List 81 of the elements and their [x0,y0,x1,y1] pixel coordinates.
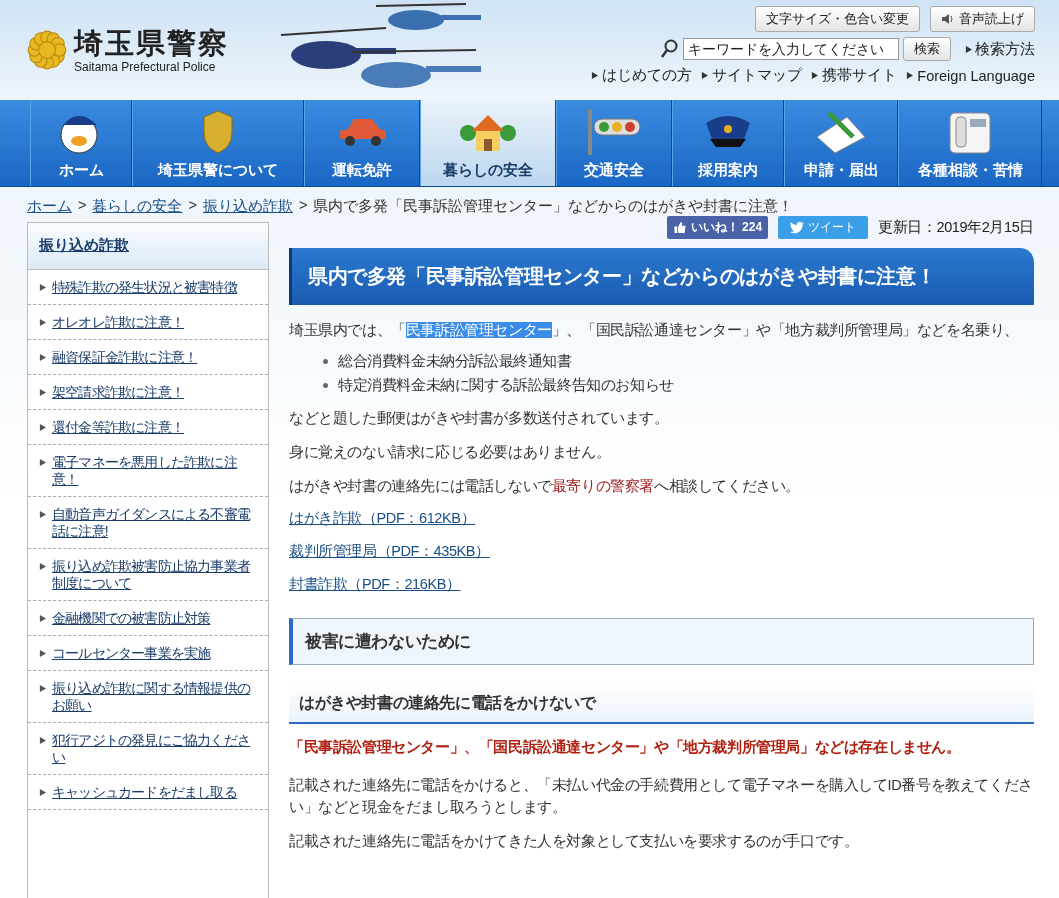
warning-text: 「民事訴訟管理センター」、「国民訴訟通達センター」や「地方裁判所管理局」などは存在しません。 [289,738,962,757]
tool-button[interactable]: 文字サイズ・色合い変更 [755,6,920,32]
section-heading: 被害に遭わないために [289,618,1034,665]
nav-tab[interactable]: 埼玉県警について [132,100,304,186]
header-link[interactable]: Foreign Language [917,67,1035,84]
triangle-icon [965,45,972,53]
paragraph: 身に覚えのない請求に応じる必要はありません。 [289,443,612,462]
paragraph: などと題した郵便はがきや封書が多数送付されています。 [289,409,670,428]
sidebar-item[interactable]: 自動音声ガイダンスによる不審電話に注意! [28,497,268,549]
triangle-icon [39,789,46,796]
nav-tab[interactable]: 申請・届出 [784,100,898,186]
sidebar-item[interactable]: 振り込め詐欺に関する情報提供のお願い [28,671,268,723]
speaker-icon [941,13,955,25]
breadcrumb-separator: > [78,197,87,215]
nav-tab[interactable]: ホーム [30,100,132,186]
tool-button[interactable]: 音声読上げ [930,6,1035,32]
triangle-icon [39,319,46,326]
sidebar-item[interactable]: 特殊詐欺の発生状況と被害特徴 [28,270,268,305]
page-title: 県内で多発「民事訴訟管理センター」などからのはがきや封書に注意！ [289,248,1034,305]
search-icon [661,39,679,59]
pdf-link[interactable]: はがき詐欺（PDF：612KB） [289,509,476,528]
breadcrumb-link[interactable]: 振り込め詐欺 [202,197,293,216]
sidebar-heading[interactable]: 振り込め詐欺 [28,223,268,270]
header-link[interactable]: 携帯サイト [822,66,898,85]
triangle-icon [39,389,46,396]
triangle-icon [591,72,599,79]
sidebar-item[interactable]: 犯行アジトの発見にご協力ください [28,723,268,775]
search-help-link[interactable]: 検索方法 [975,39,1035,59]
sidebar-item[interactable]: 電子マネーを悪用した詐欺に注意！ [28,445,268,497]
sidebar-item[interactable]: 還付金等詐欺に注意！ [28,410,268,445]
sidebar-item[interactable]: 融資保証金詐欺に注意！ [28,340,268,375]
sidebar-item[interactable]: オレオレ詐欺に注意！ [28,305,268,340]
paragraph: 記載された連絡先に電話をかけてきた人を対象として支払いを要求するのが手口です。 [289,832,860,851]
nav-tab[interactable]: 暮らしの安全 [420,100,556,186]
emblem-icon [26,29,68,71]
breadcrumb-separator: > [188,197,197,215]
pdf-link[interactable]: 封書詐欺（PDF：216KB） [289,575,461,594]
triangle-icon [39,424,46,431]
triangle-icon [39,563,46,570]
pdf-link[interactable]: 裁判所管理局（PDF：435KB） [289,542,490,561]
intro-paragraph: 埼玉県内では、「民事訴訟管理センター」、「国民訴訟通達センター」や「地方裁判所管理局」などを名乗り、 [289,321,1021,340]
sidebar-item[interactable]: 振り込め詐欺被害防止協力事業者制度について [28,549,268,601]
nav-tab[interactable]: 各種相談・苦情 [898,100,1042,186]
paragraph: はがきや封書の連絡先には電話しないで最寄りの警察署へ相談してください。 [289,477,802,496]
nav-tab[interactable]: 運転免許 [304,100,420,186]
bullet-item: 特定消費料金未納に関する訴訟最終告知のお知らせ [338,376,674,395]
nav-tab[interactable]: 交通安全 [556,100,672,186]
sidebar-item[interactable]: 架空請求詐欺に注意！ [28,375,268,410]
breadcrumb-current: 県内で多発「民事訴訟管理センター」などからのはがきや封書に注意！ [313,197,794,216]
triangle-icon [39,685,46,692]
triangle-icon [39,459,46,466]
breadcrumb-link[interactable]: ホーム [27,197,72,216]
bullet-item: 総合消費料金未納分訴訟最終通知書 [338,352,572,371]
triangle-icon [39,354,46,361]
bullet-dot-icon [323,382,328,388]
search-field[interactable]: キーワードを入力してください [683,38,899,60]
site-subtitle: Saitama Prefectural Police [74,60,217,74]
triangle-icon [39,650,46,657]
sidebar-item[interactable]: コールセンター事業を実施 [28,636,268,671]
breadcrumb-link[interactable]: 暮らしの安全 [92,197,183,216]
bullet-dot-icon [323,358,328,364]
sidebar-item[interactable]: 金融機関での被害防止対策 [28,601,268,636]
search-button[interactable]: 検索 [903,37,951,61]
triangle-icon [811,72,819,79]
bird-icon [790,220,805,234]
sidebar-item[interactable]: キャッシュカードをだまし取る [28,775,268,810]
site-title: 埼玉県警察 [74,26,229,60]
triangle-icon [39,737,46,744]
triangle-icon [39,615,46,622]
triangle-icon [39,511,46,518]
paragraph: 記載された連絡先に電話をかけると、「未払い代金の手続費用として電子マネーを購入してID番号を教えてください」などと現金をだまし取ろうとします。 [289,776,1034,817]
triangle-icon [701,72,709,79]
thumbs-up-icon [672,220,687,234]
updated-date: 更新日：2019年2月15日 [878,217,1034,237]
nav-tab[interactable]: 採用案内 [672,100,784,186]
header-link[interactable]: サイトマップ [712,66,803,85]
breadcrumb-separator: > [298,197,308,215]
header-link[interactable]: はじめての方 [602,66,693,85]
like-button[interactable]: いいね！ 224 [666,215,769,239]
triangle-icon [39,284,46,291]
triangle-icon [906,72,914,79]
